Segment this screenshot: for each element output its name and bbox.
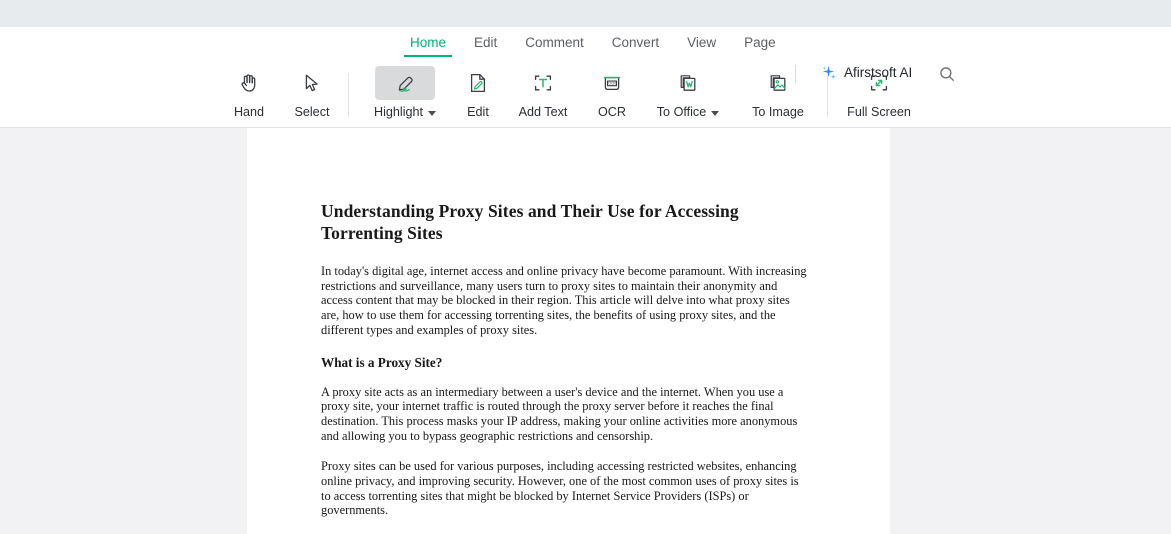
tab-home-label: Home: [410, 35, 447, 50]
edit-document-icon: [448, 66, 508, 100]
tool-full-screen-caption: Full Screen: [847, 104, 911, 120]
tool-to-office-label: To Office: [656, 105, 707, 119]
pdf-page-content: Understanding Proxy Sites and Their Use …: [321, 201, 811, 534]
tab-view-label: View: [687, 35, 717, 50]
tool-highlight-label: Highlight: [374, 105, 424, 119]
title-bar: [0, 0, 1171, 27]
tool-to-image-label: To Image: [752, 105, 804, 119]
tab-home[interactable]: Home: [396, 32, 460, 57]
tool-highlight-caption: Highlight: [374, 104, 437, 120]
application-window: Home Edit Comment Convert View Page Afir…: [0, 0, 1171, 534]
to-image-icon: [748, 66, 808, 100]
tab-edit[interactable]: Edit: [460, 32, 511, 57]
chevron-down-icon[interactable]: [711, 110, 720, 116]
tool-full-screen[interactable]: Full Screen: [847, 65, 911, 127]
toolbar-separator-2: [827, 73, 828, 117]
tool-hand-label: Hand: [233, 105, 265, 119]
add-text-icon: [513, 66, 573, 100]
hand-icon: [219, 66, 279, 100]
highlighter-pen-icon: [375, 66, 435, 100]
cursor-arrow-icon: [282, 66, 342, 100]
tool-ocr-label: OCR: [598, 105, 626, 119]
tool-to-image[interactable]: To Image: [748, 65, 808, 127]
tool-select-label: Select: [294, 105, 330, 119]
tool-edit-caption: Edit: [467, 104, 489, 120]
svg-text:OCR: OCR: [608, 82, 616, 86]
tab-page[interactable]: Page: [730, 32, 790, 57]
tool-select[interactable]: Select: [282, 65, 342, 127]
tab-page-label: Page: [744, 35, 776, 50]
tab-comment[interactable]: Comment: [511, 32, 598, 57]
full-screen-icon: [849, 66, 909, 100]
tool-to-image-caption: To Image: [752, 104, 804, 120]
tool-to-office[interactable]: To Office: [656, 65, 720, 127]
tool-hand[interactable]: Hand: [219, 65, 279, 127]
tool-add-text-label: Add Text: [518, 105, 568, 119]
chevron-down-icon[interactable]: [428, 110, 437, 116]
document-heading-what-is-a-proxy-site: What is a Proxy Site?: [321, 354, 443, 370]
tab-convert[interactable]: Convert: [598, 32, 673, 57]
tool-highlight[interactable]: Highlight: [374, 65, 437, 127]
tool-edit-label: Edit: [467, 105, 489, 119]
tool-ocr-caption: OCR: [598, 104, 626, 120]
tab-convert-label: Convert: [611, 35, 660, 50]
toolbar-separator-1: [348, 73, 349, 117]
tab-comment-label: Comment: [525, 35, 584, 50]
menu-tab-list: Home Edit Comment Convert View Page: [396, 32, 790, 57]
document-viewer[interactable]: Understanding Proxy Sites and Their Use …: [0, 128, 1171, 534]
tool-to-office-caption: To Office: [656, 104, 720, 120]
tool-ocr[interactable]: OCR OCR: [582, 65, 642, 127]
document-paragraph-1: In today's digital age, internet access …: [321, 264, 807, 337]
tab-view[interactable]: View: [673, 32, 730, 57]
to-word-icon: [658, 66, 718, 100]
tool-edit[interactable]: Edit: [448, 65, 508, 127]
tab-edit-label: Edit: [474, 35, 498, 50]
pdf-page[interactable]: Understanding Proxy Sites and Their Use …: [247, 128, 890, 534]
tool-add-text-caption: Add Text: [519, 104, 568, 120]
toolbar: Hand Select Highlight Edit Add Text OCR …: [0, 65, 1171, 127]
tool-add-text[interactable]: Add Text: [513, 65, 573, 127]
tool-full-screen-label: Full Screen: [847, 105, 911, 119]
tool-select-caption: Select: [294, 104, 329, 120]
tool-hand-caption: Hand: [234, 104, 264, 120]
document-paragraph-3: Proxy sites can be used for various purp…: [321, 459, 799, 518]
document-paragraph-2: A proxy site acts as an intermediary bet…: [321, 384, 798, 443]
ribbon: Home Edit Comment Convert View Page Afir…: [0, 27, 1171, 128]
document-title: Understanding Proxy Sites and Their Use …: [321, 201, 739, 243]
menu-bar: Home Edit Comment Convert View Page Afir…: [0, 27, 1171, 83]
ocr-icon: OCR: [582, 66, 642, 100]
